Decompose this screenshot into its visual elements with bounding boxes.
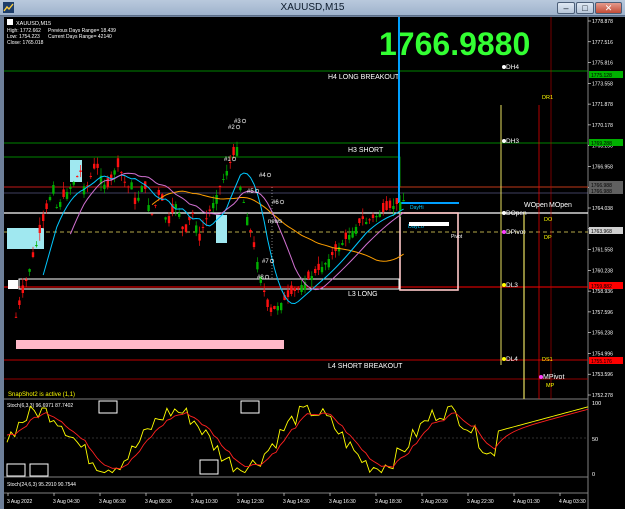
stoch1-label: Stoch(6,3,3) 96.6971 87.7402 [7,403,73,409]
price-tick-label: 1752.278 [592,393,613,399]
time-tick-label: 3 Aug 06:30 [99,499,126,505]
time-tick-label: 4 Aug 01:30 [513,499,540,505]
price-tick-label: 1754.996 [592,351,613,357]
time-tick-label: 3 Aug 2022 [7,499,33,505]
dl3-label: DL3 [506,282,518,289]
price-badge-label: 1759.882 [591,284,612,290]
do-label: DO [544,217,553,223]
chart-canvas[interactable]: XAUUSD,M15 High: 1772.662 Previous Days … [4,17,625,509]
stoch-panel-2: Stoch(24,6,3) 95.2910 90.7544 [7,482,76,488]
mp-label: MP [546,383,555,389]
price-badge-label: 1766.988 [591,189,612,195]
maximize-button[interactable]: □ [576,2,594,14]
pivot-label: Pivot [451,234,463,240]
stoch1-level-100: 100 [592,401,601,407]
supply-demand-zones [7,160,400,349]
marker-label: #6 [272,200,279,206]
marker-label: #4 [259,173,266,179]
chart-window[interactable]: XAUUSD,M15 High: 1772.662 Previous Days … [4,17,625,509]
wopen-label: WOpen [524,202,548,209]
time-tick-label: 3 Aug 20:30 [421,499,448,505]
price-tick-label: 1760.238 [592,268,613,274]
stoch-panel-1: Stoch(6,3,3) 96.6971 87.7402 100 50 0 [4,400,601,478]
time-tick-label: 3 Aug 10:30 [191,499,218,505]
window-titlebar[interactable]: XAUUSD,M15 – □ ✕ [0,0,625,16]
h3-short-label: H3 SHORT [348,147,384,154]
window-title: XAUUSD,M15 [280,2,345,13]
price-tick-label: 1756.238 [592,331,613,337]
time-tick-label: 3 Aug 16:30 [329,499,356,505]
marker-label: #5 [247,189,254,195]
l4-short-breakout-label: L4 SHORT BREAKOUT [328,363,403,370]
stoch1-level-0: 0 [592,472,595,478]
dh4-label: DH4 [506,64,519,71]
marker-label: #7 [262,259,269,265]
dopen-label: DOpen [506,210,527,217]
price-tick-label: 1771.878 [592,102,613,108]
price-tick-label: 1764.038 [592,206,613,212]
time-axis: 3 Aug 2022 3 Aug 04:30 3 Aug 06:30 3 Aug 08… [7,493,586,505]
price-badge-label: 1775.128 [591,73,612,79]
big-price-display: 1766.9880 [379,26,530,62]
ds1-label: DS1 [542,357,553,363]
stoch1-level-50: 50 [592,437,598,443]
price-badge-label: 1755.176 [591,359,612,365]
marker-label: #2 [228,125,235,131]
dh3-label: DH3 [506,138,519,145]
dl4-label: DL4 [506,356,518,363]
price-tick-label: 1761.558 [592,248,613,254]
h4-long-breakout-label: H4 LONG BREAKOUT [328,74,400,81]
dp-label: DP [544,235,552,241]
minimize-button[interactable]: – [557,2,575,14]
l3-long-label: L3 LONG [348,291,378,298]
price-badge-label: 1769.288 [591,141,612,147]
price-tick-label: 1758.936 [592,289,613,295]
price-tick-label: 1757.596 [592,310,613,316]
price-tick-label: 1766.958 [592,164,613,170]
chart-header: XAUUSD,M15 High: 1772.662 Previous Days … [7,19,116,46]
marker-label: #3 [234,119,241,125]
price-tick-label: 1773.558 [592,81,613,87]
close-button[interactable]: ✕ [595,2,622,14]
mpivot-label: MPivot [543,374,564,381]
price-tick-label: 1778.878 [592,19,613,25]
price-axis: 1778.878 1777.516 1775.816 1773.558 1771.878… [588,19,623,399]
time-tick-label: 3 Aug 14:30 [283,499,310,505]
mopen-label: MOpen [549,202,572,209]
price-tick-label: 1775.816 [592,61,613,67]
price-tick-label: 1777.516 [592,40,613,46]
symbol-header: XAUUSD,M15 [16,21,51,27]
time-tick-label: 3 Aug 12:30 [237,499,264,505]
time-tick-label: 3 Aug 22:30 [467,499,494,505]
stat-close: Close: 1765.018 [7,40,44,46]
marker-label: #1 [224,157,231,163]
time-tick-label: 3 Aug 08:30 [145,499,172,505]
snapshot-status: SnapShot2 is active (1,1) [8,392,75,398]
dpivot-label: DPivot [506,229,525,236]
marker-label: #8 [257,275,264,281]
dr1-label: DR1 [542,95,553,101]
dayhi-label: DayHi [410,205,424,211]
time-tick-label: 4 Aug 03:30 [559,499,586,505]
price-tick-label: 1753.596 [592,372,613,378]
news-label: news [268,219,282,225]
price-badge-label: 1763.968 [591,229,612,235]
price-tick-label: 1770.178 [592,123,613,129]
time-tick-label: 3 Aug 04:30 [53,499,80,505]
time-tick-label: 3 Aug 18:30 [375,499,402,505]
stat-cur-range: Current Days Range= 42140 [48,34,112,40]
stoch2-label: Stoch(24,6,3) 95.2910 90.7544 [7,482,76,488]
